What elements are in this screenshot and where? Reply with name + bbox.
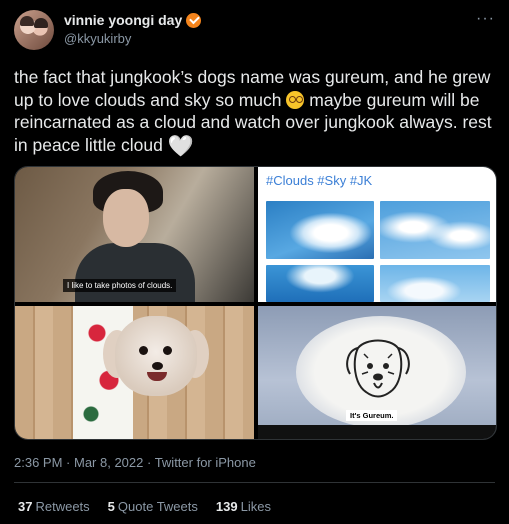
white-heart-icon: 🤍: [167, 134, 194, 158]
hashtags-text: #Clouds #Sky #JK: [266, 173, 373, 188]
more-options-icon[interactable]: ···: [476, 10, 495, 28]
tweet-meta: 2:36 PM · Mar 8, 2022 · Twitter for iPho…: [14, 455, 256, 470]
sky-photo-4: [380, 265, 490, 302]
dog-drawing: [346, 339, 410, 398]
media-grid: I like to take photos of clouds. #Clouds…: [14, 166, 497, 440]
pleading-face-icon: [286, 90, 305, 109]
tweet-text: the fact that jungkook’s dogs name was g…: [14, 66, 494, 158]
video-caption: It's Gureum.: [346, 410, 398, 421]
media-image-3[interactable]: [15, 306, 254, 439]
avatar-figure-right: [34, 18, 48, 28]
dog-photo: [95, 316, 215, 439]
sky-photo-3: [266, 265, 374, 302]
author-handle[interactable]: @kkyukirby: [64, 31, 131, 46]
display-name[interactable]: vinnie yoongi day: [64, 12, 182, 28]
sky-photo-1: [266, 201, 374, 259]
quote-tweets-stat[interactable]: 5 Quote Tweets: [108, 499, 198, 514]
tweet-time[interactable]: 2:36 PM: [14, 455, 62, 470]
retweets-stat[interactable]: 37 Retweets: [18, 499, 90, 514]
author-name[interactable]: vinnie yoongi day: [64, 12, 202, 28]
tweet-date[interactable]: Mar 8, 2022: [74, 455, 143, 470]
tweet-stats: 37 Retweets 5 Quote Tweets 139 Likes: [18, 499, 271, 514]
video-subtitle: I like to take photos of clouds.: [63, 279, 177, 292]
letterbox-bar: [258, 425, 496, 439]
verified-badge-icon: [186, 12, 202, 28]
avatar-figure-left: [20, 16, 34, 26]
divider: [14, 482, 495, 483]
media-image-2[interactable]: #Clouds #Sky #JK: [258, 167, 496, 302]
media-image-4[interactable]: It's Gureum.: [258, 306, 496, 439]
tweet-source[interactable]: Twitter for iPhone: [155, 455, 256, 470]
media-image-1[interactable]: I like to take photos of clouds.: [15, 167, 254, 302]
likes-stat[interactable]: 139 Likes: [216, 499, 271, 514]
sky-photo-2: [380, 201, 490, 259]
author-avatar[interactable]: [14, 10, 54, 50]
